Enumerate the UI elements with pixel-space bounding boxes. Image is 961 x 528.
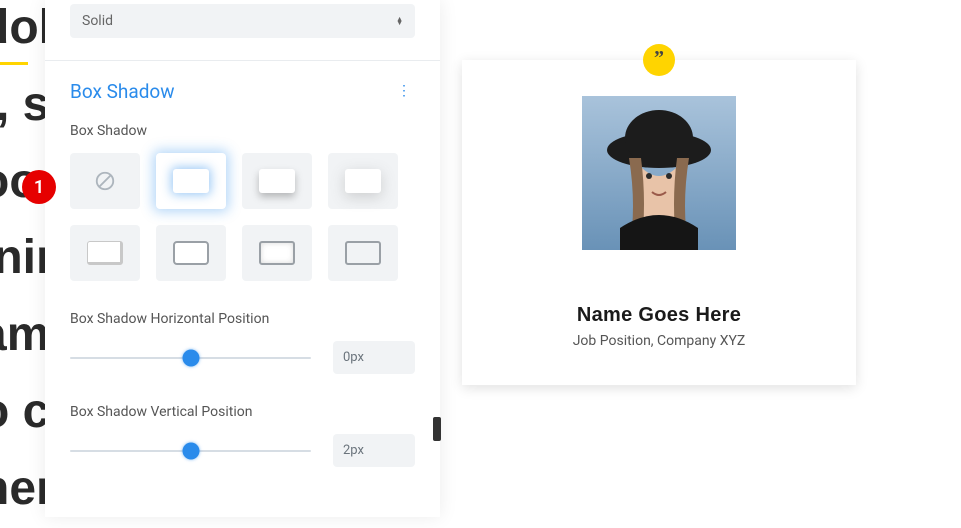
- preset-box-shadow-outer-glow[interactable]: [156, 153, 226, 209]
- slider-thumb[interactable]: [182, 349, 199, 366]
- accent-line: [0, 62, 28, 65]
- slider-horizontal[interactable]: [70, 357, 311, 359]
- preview-name: Name Goes Here: [462, 304, 856, 327]
- preset-box-shadow-inner-bottom[interactable]: [70, 225, 140, 281]
- settings-panel: Solid ▲▼ Box Shadow ⋮ Box Shadow: [45, 0, 440, 517]
- panel-scrollbar[interactable]: [433, 417, 441, 441]
- label-vertical-position: Box Shadow Vertical Position: [70, 404, 415, 420]
- step-badge: 1: [22, 170, 56, 204]
- box-shadow-preset-grid: [70, 153, 415, 281]
- preset-box-shadow-outer-soft[interactable]: [328, 153, 398, 209]
- preset-box-shadow-hollow[interactable]: [328, 225, 398, 281]
- preview-job: Job Position, Company XYZ: [462, 333, 856, 349]
- preset-box-shadow-none[interactable]: [70, 153, 140, 209]
- swatch: [173, 241, 209, 265]
- swatch: [259, 241, 295, 265]
- none-icon: [94, 170, 116, 192]
- slider-thumb[interactable]: [182, 442, 199, 459]
- preset-box-shadow-outer[interactable]: [242, 153, 312, 209]
- swatch: [259, 169, 295, 193]
- section-title: Box Shadow: [70, 80, 175, 103]
- slider-vertical[interactable]: [70, 450, 311, 452]
- preset-box-shadow-inner-spread[interactable]: [242, 225, 312, 281]
- label-horizontal-position: Box Shadow Horizontal Position: [70, 311, 415, 327]
- select-chevrons-icon: ▲▼: [396, 17, 403, 25]
- swatch: [173, 169, 209, 193]
- avatar: [582, 96, 736, 250]
- section-menu-button[interactable]: ⋮: [393, 79, 415, 103]
- swatch: [87, 241, 123, 265]
- slider-vertical-value[interactable]: 2px: [333, 434, 415, 467]
- swatch: [345, 241, 381, 265]
- divider: [45, 60, 440, 61]
- quote-badge: ”: [643, 44, 675, 76]
- border-style-select[interactable]: Solid ▲▼: [70, 4, 415, 38]
- preview-card: ” Name Goes Here Job Position, Company X…: [462, 60, 856, 385]
- more-vertical-icon: ⋮: [397, 83, 411, 99]
- quote-icon: ”: [654, 48, 664, 68]
- preset-box-shadow-outline[interactable]: [156, 225, 226, 281]
- avatar-image: [582, 96, 736, 250]
- swatch: [345, 169, 381, 193]
- border-style-value: Solid: [82, 13, 113, 29]
- field-label-box-shadow: Box Shadow: [70, 123, 415, 139]
- slider-horizontal-value[interactable]: 0px: [333, 341, 415, 374]
